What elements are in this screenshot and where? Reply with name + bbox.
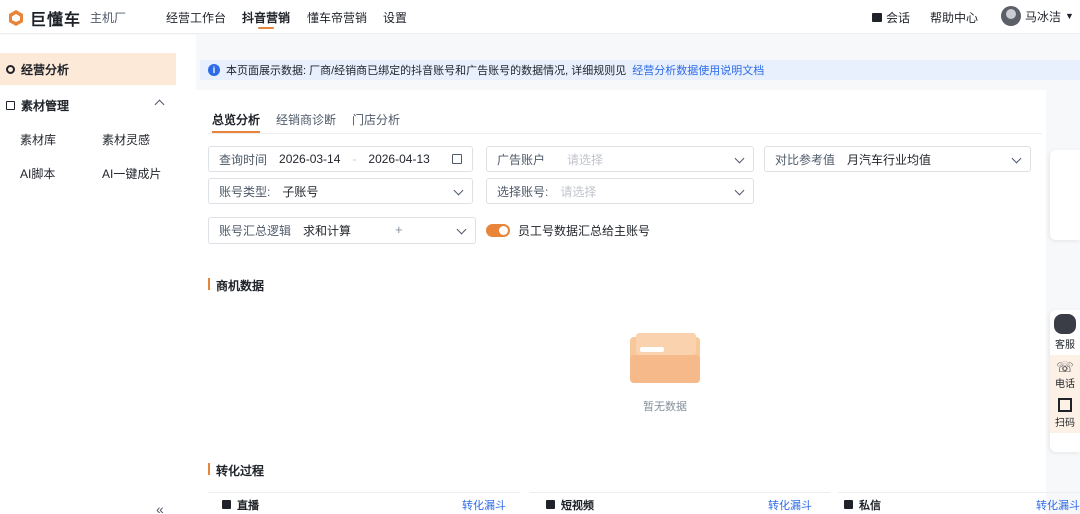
info-icon: i	[208, 64, 220, 76]
conversion-card-title: 直播	[237, 499, 259, 512]
tab-dealer-diagnosis[interactable]: 经销商诊断	[276, 111, 336, 128]
ad-account-select[interactable]: 广告账户 请选择	[486, 146, 754, 172]
empty-box-illustration	[630, 333, 700, 383]
user-menu[interactable]: 马冰洁 ▼	[1001, 6, 1074, 26]
sidebar: 经营分析 素材管理 素材库 素材灵感 AI脚本 AI一键成片 «	[0, 35, 196, 514]
select-account-placeholder: 请选择	[560, 184, 597, 199]
chevron-down-icon	[1011, 153, 1022, 164]
ad-account-label: 广告账户	[497, 152, 546, 167]
toggle-label: 员工号数据汇总给主账号	[518, 224, 651, 238]
section-business-data: 商机数据	[208, 277, 264, 294]
conversion-card-title: 私信	[859, 499, 881, 512]
sidebar-item-label: 经营分析	[21, 62, 70, 77]
date-end[interactable]: 2026-04-13	[368, 152, 429, 166]
qr-scan-button[interactable]: 扫码	[1050, 394, 1080, 433]
chevron-up-icon	[154, 99, 165, 110]
conversion-card-private-message: 私信 转化漏斗	[838, 492, 1080, 514]
account-type-label: 账号类型:	[219, 184, 271, 199]
caret-down-icon: ▼	[1065, 11, 1074, 21]
info-banner: i 本页面展示数据: 厂商/经销商已绑定的抖音账号和广告账号的数据情况, 详细规…	[200, 60, 1080, 80]
nav-dongchedi-marketing[interactable]: 懂车帝营销	[307, 9, 367, 26]
right-float-service-panel: 客服 ☏ 电话 扫码	[1050, 310, 1080, 452]
compare-label: 对比参考值	[775, 152, 836, 167]
session-button[interactable]: 会话	[872, 9, 910, 26]
select-account-select[interactable]: 选择账号: 请选择	[486, 178, 754, 204]
float-label: 扫码	[1055, 418, 1075, 429]
float-label: 客服	[1055, 340, 1075, 351]
chevron-down-icon	[734, 185, 745, 196]
funnel-link[interactable]: 转化漏斗	[1036, 497, 1080, 513]
chevron-down-icon	[453, 185, 464, 196]
select-account-label: 选择账号:	[497, 184, 549, 199]
sidebar-item-ai-script[interactable]: AI脚本	[20, 165, 55, 182]
sidebar-item-material-library[interactable]: 素材库	[20, 131, 56, 148]
conversion-card-short-video: 短视频 转化漏斗	[530, 492, 830, 514]
banner-doc-link[interactable]: 经营分析数据使用说明文档	[632, 62, 764, 78]
brand-sub: 主机厂	[90, 11, 127, 25]
date-separator: -	[352, 152, 357, 166]
video-icon	[546, 500, 555, 509]
ad-account-placeholder: 请选择	[567, 152, 604, 167]
brand-logo[interactable]: 巨懂车	[6, 6, 81, 30]
compare-value: 月汽车行业均值	[847, 152, 932, 167]
robot-icon	[1054, 314, 1076, 334]
employee-summary-toggle-row: 员工号数据汇总给主账号	[486, 222, 650, 239]
chevron-down-icon	[456, 224, 467, 235]
tabs-divider	[208, 133, 1042, 134]
nav-settings[interactable]: 设置	[383, 9, 407, 26]
calendar-icon	[452, 154, 462, 164]
empty-state-text: 暂无数据	[643, 401, 687, 413]
funnel-link[interactable]: 转化漏斗	[462, 497, 506, 513]
date-range-picker[interactable]: 查询时间 2026-03-14 - 2026-04-13	[208, 146, 473, 172]
box-icon	[6, 101, 15, 110]
main-card: 总览分析 经销商诊断 门店分析 查询时间 2026-03-14 - 2026-0…	[196, 90, 1046, 514]
nav-douyin-marketing[interactable]: 抖音营销	[242, 9, 290, 29]
help-center-link[interactable]: 帮助中心	[930, 9, 978, 26]
summary-logic-label: 账号汇总逻辑	[219, 224, 292, 238]
plus-icon: +	[395, 222, 403, 237]
brand-logo-icon	[9, 10, 23, 26]
sidebar-group-label: 素材管理	[21, 99, 70, 113]
top-nav: 巨懂车 主机厂 经营工作台 抖音营销 懂车帝营销 设置 会话 帮助中心 马冰洁 …	[0, 0, 1080, 34]
target-icon	[6, 64, 15, 74]
sidebar-group-materials[interactable]: 素材管理	[6, 97, 166, 114]
collapse-sidebar-button[interactable]: «	[156, 501, 164, 514]
account-type-select[interactable]: 账号类型: 子账号	[208, 178, 473, 204]
account-type-value: 子账号	[282, 184, 319, 199]
compare-select[interactable]: 对比参考值 月汽车行业均值	[764, 146, 1031, 172]
brand-name: 巨懂车	[30, 12, 82, 29]
phone-button[interactable]: ☏ 电话	[1050, 355, 1080, 394]
help-label: 帮助中心	[930, 11, 979, 25]
summary-logic-value: 求和计算	[303, 224, 352, 238]
play-icon	[222, 500, 231, 509]
session-label: 会话	[886, 11, 911, 25]
sidebar-item-material-inspiration[interactable]: 素材灵感	[102, 131, 150, 148]
message-icon	[844, 500, 853, 509]
qr-code-icon	[1058, 398, 1072, 412]
right-float-tab[interactable]	[1050, 150, 1080, 240]
phone-icon: ☏	[1056, 359, 1074, 375]
customer-service-button[interactable]: 客服	[1050, 310, 1080, 355]
sidebar-item-ai-oneclick-video[interactable]: AI一键成片	[102, 165, 161, 182]
user-name: 马冰洁	[1025, 9, 1062, 24]
tab-overview[interactable]: 总览分析	[212, 111, 261, 133]
tab-store-analysis[interactable]: 门店分析	[352, 111, 400, 128]
nav-workbench[interactable]: 经营工作台	[166, 9, 226, 26]
conversion-card-live: 直播 转化漏斗	[208, 492, 520, 514]
chat-icon	[872, 13, 882, 22]
sidebar-item-business-analysis[interactable]: 经营分析	[0, 53, 176, 85]
query-time-label: 查询时间	[219, 152, 268, 167]
funnel-link[interactable]: 转化漏斗	[768, 497, 812, 513]
summary-logic-select[interactable]: 账号汇总逻辑 求和计算 +	[208, 217, 476, 244]
banner-text: 本页面展示数据: 厂商/经销商已绑定的抖音账号和广告账号的数据情况, 详细规则见	[226, 65, 627, 77]
chevron-down-icon	[734, 153, 745, 164]
avatar	[1001, 6, 1021, 26]
section-conversion: 转化过程	[208, 462, 264, 479]
conversion-card-title: 短视频	[561, 499, 594, 512]
float-label: 电话	[1055, 379, 1075, 390]
date-start[interactable]: 2026-03-14	[279, 152, 340, 166]
employee-summary-toggle[interactable]	[486, 224, 510, 237]
